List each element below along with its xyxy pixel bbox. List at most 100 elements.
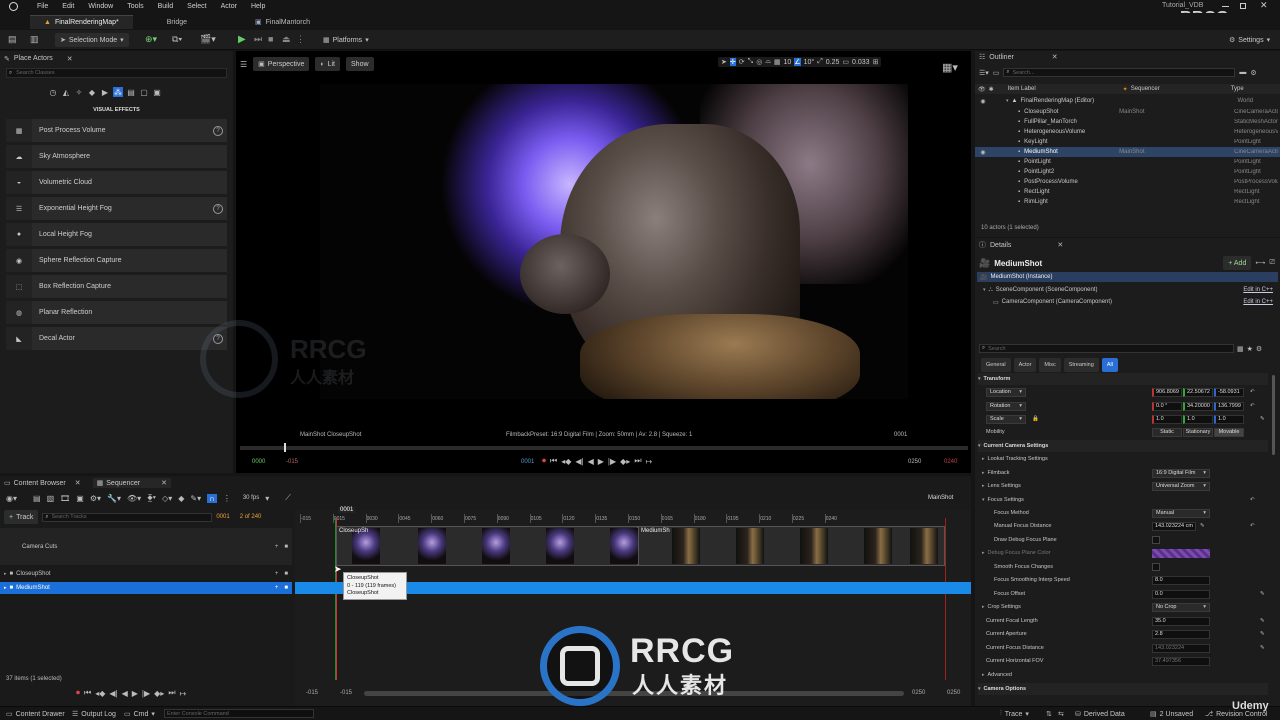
help-icon[interactable]: ?: [213, 203, 223, 214]
focus-offset-input[interactable]: 0.0: [1152, 589, 1210, 599]
shot-breadcrumb[interactable]: MainShot: [928, 495, 953, 501]
create-folder-icon[interactable]: ▬: [1239, 69, 1246, 76]
filter-all[interactable]: All: [1101, 358, 1118, 372]
camera-speed-icon[interactable]: ▭: [842, 58, 849, 66]
edit-tool-icon[interactable]: ✎▾: [190, 494, 201, 503]
loop-icon[interactable]: ↦: [646, 457, 653, 466]
select-mode-icon[interactable]: ➤: [721, 58, 727, 66]
tab-bridge[interactable]: Bridge: [153, 15, 201, 29]
loop-icon[interactable]: ↦: [180, 689, 187, 698]
track-closeup-shot[interactable]: ▸ ■ CloseupShot + ■: [0, 568, 292, 580]
play-reverse-icon[interactable]: ◀: [122, 689, 128, 698]
tab-content-browser[interactable]: ▭ Content Browser ✕: [4, 479, 81, 488]
content-drawer-button[interactable]: ▭ Content Drawer: [6, 710, 65, 719]
reset-icon[interactable]: ↶: [1250, 403, 1255, 409]
record-icon[interactable]: ⏺: [542, 456, 546, 466]
save-icon[interactable]: ▤: [8, 34, 17, 45]
reset-icon[interactable]: ↶: [1250, 497, 1255, 503]
scale-y[interactable]: 1.0: [1183, 414, 1213, 424]
prop-lookat[interactable]: ▸ Lookat Tracking Settings: [982, 453, 1272, 465]
actor-post-process-volume[interactable]: ▦ Post Process Volume?: [6, 119, 227, 142]
lights-icon[interactable]: ✧: [74, 87, 84, 97]
section-transform[interactable]: ▾ Transform: [978, 373, 1268, 385]
filter-actor[interactable]: Actor: [1013, 358, 1037, 372]
mobility-movable[interactable]: Movable: [1214, 427, 1244, 437]
play-reverse-icon[interactable]: ◀: [588, 457, 594, 466]
instance-row[interactable]: 🎥 MediumShot (Instance): [977, 272, 1278, 282]
actor-exponential-height-fog[interactable]: ☰ Exponential Height Fog?: [6, 197, 227, 220]
recent-icon[interactable]: ◷: [48, 87, 58, 97]
outliner-row[interactable]: ◉▪PostProcessVolumePostProcessVolume: [975, 177, 1280, 187]
keyframe-icon[interactable]: ✎: [1260, 618, 1265, 624]
play-options-icon[interactable]: ⋮: [296, 34, 305, 45]
volumes-icon[interactable]: ▢: [139, 87, 149, 97]
component-camera[interactable]: ▭ CameraComponent (CameraComponent) Edit…: [993, 297, 1273, 307]
sync-icon[interactable]: ⇅: [1046, 710, 1052, 718]
world-local-icon[interactable]: ◎: [756, 58, 762, 66]
prev-key-icon[interactable]: ◂◆: [95, 689, 105, 698]
item-label-header[interactable]: Item Label: [1008, 86, 1123, 92]
location-dropdown[interactable]: Location ▾: [986, 387, 1026, 397]
scale-snap-icon[interactable]: ⤢: [817, 58, 823, 66]
outliner-root-row[interactable]: ◉ ▾ ▲ FinalRenderingMap (Editor) World: [975, 96, 1280, 106]
actor-sphere-reflection-capture[interactable]: ◉ Sphere Reflection Capture: [6, 249, 227, 272]
add-icon[interactable]: +: [275, 571, 279, 577]
surface-snap-icon[interactable]: ⌓: [765, 58, 771, 66]
save-sequence-icon[interactable]: ▤: [33, 494, 41, 503]
close-tab-icon[interactable]: ✕: [1057, 241, 1063, 249]
keyframe-icon[interactable]: ✎: [1260, 631, 1265, 637]
menu-help[interactable]: Help: [244, 3, 272, 10]
play-icon[interactable]: ▶: [132, 689, 138, 698]
outliner-search-input[interactable]: ⌕ Search...: [1003, 68, 1236, 77]
browse-icon[interactable]: ▥: [30, 34, 39, 45]
rotation-x[interactable]: 0.0 °: [1152, 401, 1182, 411]
record-icon[interactable]: ⏺: [76, 688, 80, 698]
details-settings-icon[interactable]: ⚙: [1256, 345, 1262, 353]
perspective-button[interactable]: ▣ Perspective: [253, 57, 310, 71]
rotation-dropdown[interactable]: Rotation ▾: [986, 401, 1026, 411]
rotate-icon[interactable]: ⟳: [739, 58, 745, 66]
crop-dropdown[interactable]: No Crop ▾: [1152, 602, 1210, 612]
menu-actor[interactable]: Actor: [214, 3, 244, 10]
add-icon[interactable]: +: [275, 585, 279, 591]
shapes-icon[interactable]: ◆: [87, 87, 97, 97]
basic-icon[interactable]: ◭: [61, 87, 71, 97]
outliner-row[interactable]: ◉▪RimLightRectLight: [975, 197, 1280, 207]
reset-icon[interactable]: ✎: [1260, 416, 1265, 422]
scale-icon[interactable]: ⤡: [748, 58, 754, 66]
details-tab[interactable]: ⓘ Details ✕: [979, 240, 1063, 250]
track-medium-shot[interactable]: ▸ ■ MediumShot + ■: [0, 582, 292, 594]
eye-icon[interactable]: ◉: [978, 98, 988, 105]
grid-snap-value[interactable]: 10: [784, 59, 792, 66]
find-asset-icon[interactable]: ▧: [47, 494, 55, 503]
actor-planar-reflection[interactable]: ◍ Planar Reflection: [6, 301, 227, 324]
current-frame-field[interactable]: 0001: [216, 514, 229, 520]
play-icon[interactable]: ▶: [238, 34, 246, 45]
trace-button[interactable]: ⫶ Trace ▾: [1000, 710, 1029, 718]
focus-method-dropdown[interactable]: Manual ▾: [1152, 508, 1210, 518]
tab-final-mantorch[interactable]: ▣ FinalMantorch: [241, 15, 324, 29]
level-viewport[interactable]: ☰ ▣ Perspective ◐ Lit Show ➤ ✛ ⟳ ⤡ ◎ ⌓ ▦ 1…: [236, 51, 971, 473]
cmd-dropdown[interactable]: ▭ Cmd ▾: [124, 710, 155, 719]
show-button[interactable]: Show: [346, 57, 374, 71]
minimize-button[interactable]: [1222, 6, 1229, 7]
menu-tools[interactable]: Tools: [120, 3, 150, 10]
filter-streaming[interactable]: Streaming: [1063, 358, 1099, 372]
viewport-timeline[interactable]: [240, 446, 968, 450]
viewport-layout-icon[interactable]: ▦▾: [942, 61, 958, 74]
smoothing-speed-input[interactable]: 8.0: [1152, 575, 1210, 585]
next-key-icon[interactable]: ◆▸: [620, 457, 630, 466]
viewport-playhead[interactable]: [284, 443, 286, 452]
actions-icon[interactable]: 🔧▾: [107, 494, 121, 503]
place-actors-tab[interactable]: ✎ Place Actors ✕: [4, 53, 73, 64]
angle-snap-icon[interactable]: ∠: [794, 58, 801, 66]
jump-start-icon[interactable]: ⏮: [84, 688, 91, 698]
jump-start-icon[interactable]: ⏮: [550, 456, 557, 466]
outliner-row[interactable]: ◉▪HeterogeneousVolumeHeterogeneousVolume: [975, 127, 1280, 137]
eject-icon[interactable]: ⏏: [282, 34, 291, 45]
play-icon[interactable]: ▶: [598, 457, 604, 466]
grid-snap-icon[interactable]: ▦: [774, 58, 781, 66]
draw-debug-checkbox[interactable]: [1152, 536, 1160, 544]
debug-color-swatch[interactable]: [1152, 548, 1210, 558]
fps-dropdown[interactable]: 30 fps: [243, 495, 259, 501]
